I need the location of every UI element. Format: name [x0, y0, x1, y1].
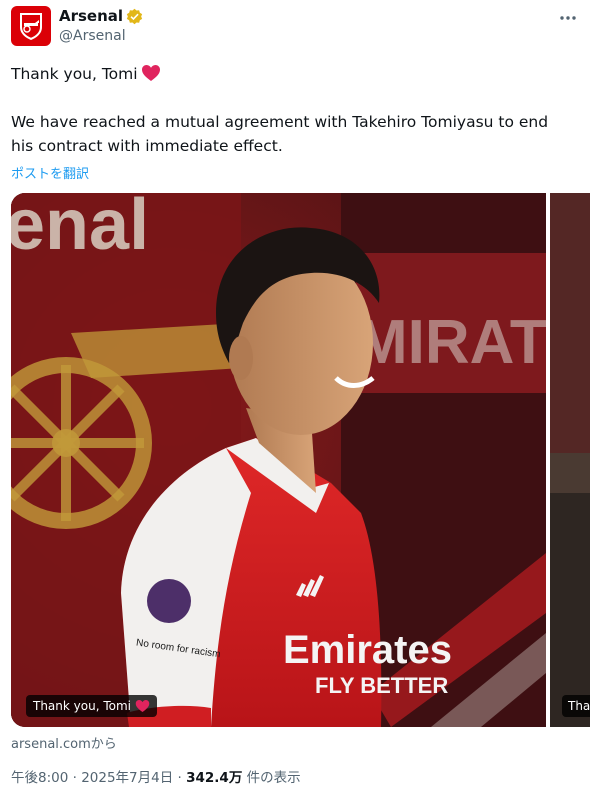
meta-separator: ·: [173, 770, 187, 786]
caption-heart-icon: [135, 700, 150, 712]
player-photo-illustration: enal MIRAT Emirates FLY BETTER No room f…: [11, 193, 546, 727]
meta-separator: ·: [68, 770, 82, 786]
shirt-sponsor-text: Emirates: [283, 628, 452, 672]
tweet-body: Thank you, Tomi We have reached a mutual…: [11, 62, 571, 158]
photo-caption-text: Thank you, Tomi: [33, 699, 131, 713]
translate-post-link[interactable]: ポストを翻訳: [11, 163, 89, 182]
photo-caption: Thank you, Tomi: [26, 695, 157, 717]
account-handle[interactable]: @Arsenal: [59, 26, 143, 46]
next-photo-preview[interactable]: Tha: [550, 193, 590, 727]
post-time[interactable]: 午後8:00: [11, 770, 68, 786]
tweet-line-1-text: Thank you, Tomi: [11, 65, 138, 83]
verified-badge-icon: [126, 8, 143, 25]
views-label: 件の表示: [242, 770, 301, 786]
tweet-line-2: We have reached a mutual agreement with …: [11, 113, 549, 155]
more-horizontal-icon: [560, 16, 576, 20]
tweet-header: Arsenal @Arsenal: [11, 5, 581, 49]
link-source[interactable]: arsenal.comから: [11, 733, 117, 752]
tweet-line-1: Thank you, Tomi: [11, 62, 571, 86]
red-heart-icon: [141, 65, 160, 81]
arsenal-avatar[interactable]: [11, 6, 51, 46]
banner-text-enal: enal: [11, 193, 149, 265]
next-photo-illustration: [550, 193, 590, 727]
post-date[interactable]: 2025年7月4日: [81, 770, 173, 786]
account-names: Arsenal @Arsenal: [59, 7, 143, 46]
arsenal-crest-icon: [20, 13, 42, 40]
tweet-photo[interactable]: enal MIRAT Emirates FLY BETTER No room f…: [11, 193, 546, 727]
next-photo-caption: Tha: [562, 695, 590, 717]
display-name[interactable]: Arsenal: [59, 7, 123, 26]
more-options-button[interactable]: [557, 7, 579, 29]
tweet-meta: 午後8:00 · 2025年7月4日 · 342.4万 件の表示: [11, 766, 301, 786]
shirt-sponsor-line2-text: FLY BETTER: [315, 673, 448, 698]
banner-text-emirates: MIRAT: [356, 308, 546, 377]
views-count: 342.4万: [186, 770, 243, 786]
